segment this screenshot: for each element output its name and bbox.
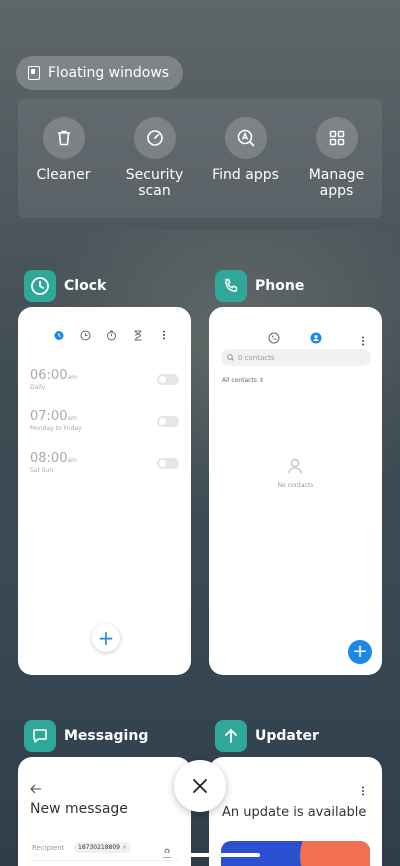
close-icon <box>193 779 207 793</box>
contacts-filter-label: All contacts <box>222 377 257 384</box>
floating-windows-button[interactable]: Floating windows <box>16 56 184 90</box>
alarm-days: Monday to Friday <box>30 425 82 432</box>
alarm-toggle[interactable] <box>157 416 179 427</box>
more-options-icon[interactable] <box>157 328 171 342</box>
find-apps-label: Find apps <box>212 167 279 183</box>
updater-app-name: Updater <box>255 728 319 744</box>
recipient-label: Recipient <box>32 844 65 852</box>
search-placeholder: 0 contacts <box>238 353 275 362</box>
divider <box>30 860 179 861</box>
messaging-app-icon <box>24 720 56 752</box>
security-scan-text: Security scan <box>125 167 184 199</box>
recipient-chip[interactable]: 18730218809 × <box>74 842 132 853</box>
manage-apps-icon <box>315 117 358 159</box>
security-scan-label: Security scan <box>126 167 184 199</box>
update-available-title: An update is available <box>222 805 367 820</box>
cleaner-button[interactable]: Cleaner <box>22 117 106 218</box>
floating-window-icon <box>28 66 40 80</box>
contacts-filter-dropdown[interactable]: All contacts ⇕ <box>222 377 264 384</box>
alarm-toggle[interactable] <box>157 374 179 385</box>
new-message-title: New message <box>30 801 128 817</box>
messaging-app-name: Messaging <box>64 728 149 744</box>
updater-card-header[interactable]: Updater <box>215 720 319 752</box>
home-indicator[interactable] <box>140 853 260 857</box>
empty-contacts-text: No contacts <box>277 482 314 489</box>
phone-app-name: Phone <box>255 278 305 294</box>
more-options-icon[interactable] <box>361 331 365 350</box>
person-icon <box>286 457 304 479</box>
timer-tab-icon[interactable] <box>131 328 145 342</box>
add-contact-button[interactable]: + <box>348 640 372 664</box>
security-scan-icon <box>133 117 176 159</box>
remove-chip-icon[interactable]: × <box>122 844 127 851</box>
alarm-tab-icon[interactable] <box>52 328 66 342</box>
manage-apps-button[interactable]: Manage apps <box>295 117 379 218</box>
clock-card-header[interactable]: Clock <box>24 270 106 302</box>
contacts-tab-icon[interactable] <box>310 329 322 348</box>
alarm-time-suffix: am <box>67 415 77 422</box>
find-apps-icon <box>224 117 267 159</box>
phone-card-header[interactable]: Phone <box>215 270 304 302</box>
tool-shortcuts: Cleaner Security scan Find apps Manage a… <box>18 99 382 218</box>
search-icon <box>227 354 234 361</box>
alarm-days: Daily <box>30 384 46 391</box>
phone-app-card[interactable]: 0 contacts All contacts ⇕ No contacts + <box>209 307 382 675</box>
contacts-search-input[interactable]: 0 contacts <box>221 349 371 366</box>
security-scan-button[interactable]: Security scan <box>113 117 197 218</box>
updater-app-icon <box>215 720 247 752</box>
alarm-toggle[interactable] <box>157 458 179 469</box>
clock-app-icon <box>24 270 56 302</box>
messaging-card-header[interactable]: Messaging <box>24 720 148 752</box>
clock-app-name: Clock <box>64 278 107 294</box>
alarm-time-value: 06:00 <box>30 368 68 383</box>
banner-shape <box>300 841 370 866</box>
messaging-app-card[interactable]: New message Recipient 18730218809 × <box>18 757 191 866</box>
alarm-time-suffix: am <box>67 374 77 381</box>
stopwatch-tab-icon[interactable] <box>104 328 118 342</box>
floating-windows-label: Floating windows <box>48 65 170 81</box>
clock-app-card[interactable]: 06:00am Daily 07:00am Monday to Friday 0… <box>18 307 191 675</box>
chevron-updown-icon: ⇕ <box>258 377 264 384</box>
world-clock-tab-icon[interactable] <box>78 328 92 342</box>
alarm-time-value: 08:00 <box>30 451 68 466</box>
manage-apps-label: Manage apps <box>309 167 365 199</box>
cleaner-label: Cleaner <box>36 167 91 183</box>
recents-tab-icon[interactable] <box>268 329 280 348</box>
more-options-icon[interactable] <box>361 781 365 800</box>
find-apps-button[interactable]: Find apps <box>204 117 288 218</box>
trash-icon <box>42 117 85 159</box>
manage-apps-text: Manage apps <box>308 167 365 199</box>
close-all-button[interactable] <box>174 760 226 812</box>
clock-tabs <box>18 328 191 342</box>
recipient-number: 18730218809 <box>78 844 120 851</box>
alarm-days: Sat Sun <box>30 467 54 474</box>
alarm-time-value: 07:00 <box>30 409 68 424</box>
updater-app-card[interactable]: An update is available <box>209 757 382 866</box>
phone-app-icon <box>215 270 247 302</box>
alarm-time-suffix: am <box>67 457 77 464</box>
add-alarm-button[interactable]: + <box>92 624 120 652</box>
back-arrow-icon[interactable] <box>30 779 42 798</box>
